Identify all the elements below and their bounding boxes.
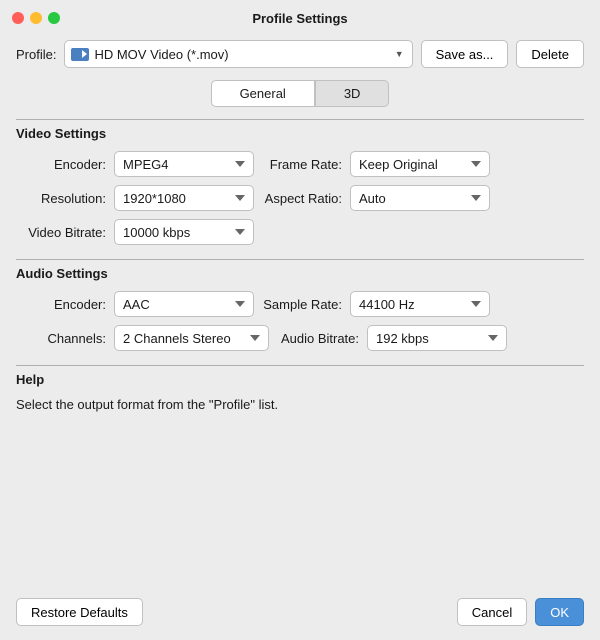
resolution-select[interactable]: 1920*10801280*720854*480640*360 [114,185,254,211]
video-settings-section: Video Settings Encoder: MPEG4H.264H.265V… [16,119,584,249]
channels-label: Channels: [16,331,106,346]
resolution-aspect-ratio-row: Resolution: 1920*10801280*720854*480640*… [16,185,584,211]
frame-rate-label: Frame Rate: [262,157,342,172]
audio-settings-section: Audio Settings Encoder: AACMP3AC3OGG Sam… [16,259,584,355]
ok-button[interactable]: OK [535,598,584,626]
aspect-ratio-label: Aspect Ratio: [262,191,342,206]
delete-button[interactable]: Delete [516,40,584,68]
video-bitrate-select[interactable]: 10000 kbps8000 kbps6000 kbps4000 kbps [114,219,254,245]
help-title: Help [16,372,584,387]
video-format-icon [71,48,89,61]
traffic-lights [12,12,60,24]
help-section: Help Select the output format from the "… [16,365,584,578]
audio-encoder-label: Encoder: [16,297,106,312]
close-button[interactable] [12,12,24,24]
channels-select[interactable]: 2 Channels Stereo1 Channel Mono5.1 Chann… [114,325,269,351]
tab-3d[interactable]: 3D [315,80,390,107]
title-bar: Profile Settings [0,0,600,36]
maximize-button[interactable] [48,12,60,24]
minimize-button[interactable] [30,12,42,24]
video-settings-title: Video Settings [16,126,584,141]
encoder-select[interactable]: MPEG4H.264H.265VP8VP9 [114,151,254,177]
profile-row: Profile: HD MOV Video (*.mov) ▼ Save as.… [16,40,584,68]
audio-encoder-select[interactable]: AACMP3AC3OGG [114,291,254,317]
resolution-label: Resolution: [16,191,106,206]
video-bitrate-label: Video Bitrate: [16,225,106,240]
cancel-button[interactable]: Cancel [457,598,527,626]
channels-audio-bitrate-row: Channels: 2 Channels Stereo1 Channel Mon… [16,325,584,351]
profile-settings-window: Profile Settings Profile: HD MOV Video (… [0,0,600,640]
restore-defaults-button[interactable]: Restore Defaults [16,598,143,626]
save-as-button[interactable]: Save as... [421,40,509,68]
profile-label: Profile: [16,47,56,62]
frame-rate-select[interactable]: Keep Original24 fps25 fps30 fps60 fps [350,151,490,177]
sample-rate-select[interactable]: 44100 Hz48000 Hz22050 Hz11025 Hz [350,291,490,317]
footer: Restore Defaults Cancel OK [0,588,600,640]
sample-rate-label: Sample Rate: [262,297,342,312]
encoder-frame-rate-row: Encoder: MPEG4H.264H.265VP8VP9 Frame Rat… [16,151,584,177]
video-bitrate-row: Video Bitrate: 10000 kbps8000 kbps6000 k… [16,219,584,245]
tabs: General 3D [16,80,584,107]
help-text: Select the output format from the "Profi… [16,397,584,412]
profile-dropdown[interactable]: HD MOV Video (*.mov) ▼ [64,40,412,68]
aspect-ratio-select[interactable]: Auto16:94:31:1 [350,185,490,211]
main-content: Profile: HD MOV Video (*.mov) ▼ Save as.… [0,36,600,588]
audio-encoder-sample-rate-row: Encoder: AACMP3AC3OGG Sample Rate: 44100… [16,291,584,317]
audio-bitrate-label: Audio Bitrate: [277,331,359,346]
tab-general[interactable]: General [211,80,315,107]
audio-bitrate-select[interactable]: 192 kbps128 kbps256 kbps320 kbps [367,325,507,351]
profile-dropdown-arrow-icon: ▼ [395,49,404,59]
window-title: Profile Settings [252,11,347,26]
profile-value: HD MOV Video (*.mov) [94,47,389,62]
encoder-label: Encoder: [16,157,106,172]
footer-right-buttons: Cancel OK [457,598,584,626]
audio-settings-title: Audio Settings [16,266,584,281]
